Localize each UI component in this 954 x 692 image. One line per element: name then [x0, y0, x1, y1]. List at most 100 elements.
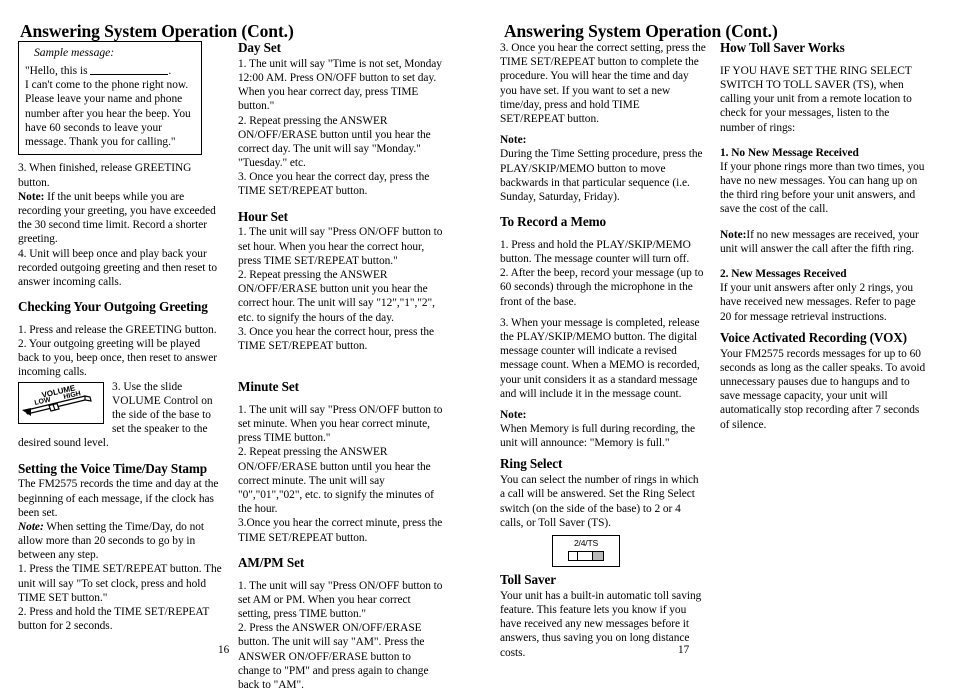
- switch-knob: [592, 552, 603, 560]
- day-set-step-1: 1. The unit will say "Time is not set, M…: [238, 57, 442, 113]
- note-label: Note:: [18, 520, 44, 533]
- page-number-left: 16: [218, 644, 230, 656]
- page-title-right: Answering System Operation (Cont.): [504, 21, 778, 41]
- ring-select-switch-body: [568, 551, 604, 561]
- note-text: If no new messages are received, your un…: [720, 228, 919, 255]
- toll-saver-text: Your unit has a built-in automatic toll …: [500, 589, 702, 659]
- heading-checking-outgoing-greeting: Checking Your Outgoing Greeting: [18, 299, 208, 315]
- heading-to-record-a-memo: To Record a Memo: [500, 214, 606, 230]
- timestamp-step-2: 2. Press and hold the TIME SET/REPEAT bu…: [18, 606, 210, 633]
- sample-line1-suffix: .: [168, 64, 172, 77]
- minute-set-step-1: 1. The unit will say "Press ON/OFF butto…: [238, 403, 443, 445]
- minute-set-step-2: 2. Repeat pressing the ANSWER ON/OFF/ERA…: [238, 446, 434, 516]
- hour-set-step-2: 2. Repeat pressing the ANSWER ON/OFF/ERA…: [238, 269, 435, 324]
- fill-in-blank: [90, 63, 169, 75]
- timestamp-note: Note: When setting the Time/Day, do not …: [18, 520, 224, 563]
- left-page: Answering System Operation (Cont.) Sampl…: [0, 0, 460, 691]
- heading-setting-voice-time-day-stamp: Setting the Voice Time/Day Stamp: [18, 460, 208, 476]
- vox-text: Your FM2575 records messages for up to 6…: [720, 347, 926, 431]
- ring-select-switch-icon: 2/4/TS: [552, 535, 620, 567]
- column-1: Sample message: "Hello, this is . I can't…: [18, 41, 224, 692]
- volume-control-figure-block: VOLUME LOW HIGH 3. Use the slide VOLUME …: [18, 380, 224, 451]
- greeting-step-4: 4. Unit will beep once and play back you…: [18, 247, 217, 288]
- volume-slider-icon: VOLUME LOW HIGH: [18, 381, 104, 424]
- page-title-left: Answering System Operation (Cont.): [20, 21, 294, 41]
- ampm-set-step-1: 1. The unit will say "Press ON/OFF butto…: [238, 579, 443, 620]
- hour-set-step-3: 3. Once you hear the correct hour, press…: [238, 325, 434, 352]
- heading-toll-saver: Toll Saver: [500, 572, 557, 587]
- toll-item-2-label: 2. New Messages Received: [720, 268, 847, 281]
- check-step-2: 2. Your outgoing greeting will be played…: [18, 338, 217, 379]
- time-set-note: Note: During the Time Setting procedure, …: [500, 133, 706, 204]
- sample-message-box: Sample message: "Hello, this is . I can't…: [18, 41, 202, 156]
- page-number-right: 17: [678, 644, 690, 656]
- right-page-columns: 3. Once you hear the correct setting, pr…: [500, 40, 926, 660]
- toll-note: Note:If no new messages are received, yo…: [720, 228, 926, 256]
- greeting-step-3: 3. When finished, release GREETING butto…: [18, 162, 192, 189]
- heading-day-set: Day Set: [238, 40, 281, 55]
- toll-item-2-text: If your unit answers after only 2 rings,…: [720, 282, 916, 323]
- check-step-1: 1. Press and release the GREETING button…: [18, 323, 217, 336]
- heading-how-toll-saver-works: How Toll Saver Works: [720, 40, 845, 55]
- toll-item-1: 1. No New Message Received If your phone …: [720, 146, 926, 217]
- memo-note: Note: When Memory is full during recordin…: [500, 408, 706, 451]
- note-label: Note:: [18, 190, 45, 203]
- heading-voice-activated-recording: Voice Activated Recording (VOX): [720, 329, 907, 345]
- left-page-columns: Sample message: "Hello, this is . I can't…: [18, 40, 444, 692]
- sample-line1-prefix: "Hello, this is: [25, 64, 91, 77]
- heading-minute-set: Minute Set: [238, 379, 299, 395]
- how-toll-saver-text: IF YOU HAVE SET THE RING SELECT SWITCH T…: [720, 64, 912, 134]
- greeting-note: Note: If the unit beeps while you are re…: [18, 190, 224, 247]
- note-text: When setting the Time/Day, do not allow …: [18, 520, 204, 562]
- sample-message-label: Sample message:: [34, 46, 115, 59]
- timestamp-intro: The FM2575 records the time and day at t…: [18, 478, 219, 519]
- hour-set-step-1: 1. The unit will say "Press ON/OFF butto…: [238, 226, 443, 267]
- sample-body-text: I can't come to the phone right now. Ple…: [25, 79, 191, 149]
- memo-step-2: 2. After the beep, record your message (…: [500, 267, 704, 308]
- note-label: Note:: [500, 408, 527, 421]
- memo-step-3: 3. When your message is completed, relea…: [500, 316, 700, 400]
- day-set-step-2: 2. Repeat pressing the ANSWER ON/OFF/ERA…: [238, 114, 431, 170]
- switch-left-segment: [569, 552, 578, 560]
- day-set-step-3: 3. Once you hear the correct day, press …: [238, 171, 430, 198]
- minute-set-step-3: 3.Once you hear the correct minute, pres…: [238, 517, 443, 544]
- heading-hour-set: Hour Set: [238, 208, 288, 224]
- sample-message-text: "Hello, this is . I can't come to the pho…: [25, 63, 195, 150]
- heading-ring-select: Ring Select: [500, 456, 563, 472]
- time-set-step-3: 3. Once you hear the correct setting, pr…: [500, 42, 706, 125]
- timestamp-step-1: 1. Press the TIME SET/REPEAT button. The…: [18, 563, 222, 604]
- note-text: When Memory is full during recording, th…: [500, 423, 696, 450]
- note-text: If the unit beeps while you are recordin…: [18, 190, 216, 246]
- memo-step-1: 1. Press and hold the PLAY/SKIP/MEMO but…: [500, 238, 691, 266]
- column-2: Day Set 1. The unit will say "Time is no…: [238, 40, 444, 692]
- heading-ampm-set: AM/PM Set: [238, 554, 305, 570]
- toll-item-2: 2. New Messages Received If your unit ans…: [720, 267, 926, 324]
- note-text: During the Time Setting procedure, press…: [500, 148, 703, 203]
- note-label: Note:: [720, 228, 747, 241]
- column-4: How Toll Saver Works IF YOU HAVE SET THE…: [720, 40, 926, 660]
- column-3: 3. Once you hear the correct setting, pr…: [500, 41, 706, 660]
- ampm-set-step-2: 2. Press the ANSWER ON/OFF/ERASE button.…: [238, 622, 429, 691]
- ring-select-switch-label: 2/4/TS: [573, 538, 599, 548]
- right-page: Answering System Operation (Cont.) 3. On…: [482, 0, 942, 676]
- toll-item-1-label: 1. No New Message Received: [720, 146, 859, 159]
- ring-select-text: You can select the number of rings in wh…: [500, 474, 699, 529]
- toll-item-1-text: If your phone rings more than two times,…: [720, 160, 925, 216]
- manual-page-spread: Answering System Operation (Cont.) Sampl…: [0, 0, 954, 691]
- volume-slider-drawing: VOLUME LOW HIGH: [22, 383, 92, 416]
- note-label: Note:: [500, 134, 527, 147]
